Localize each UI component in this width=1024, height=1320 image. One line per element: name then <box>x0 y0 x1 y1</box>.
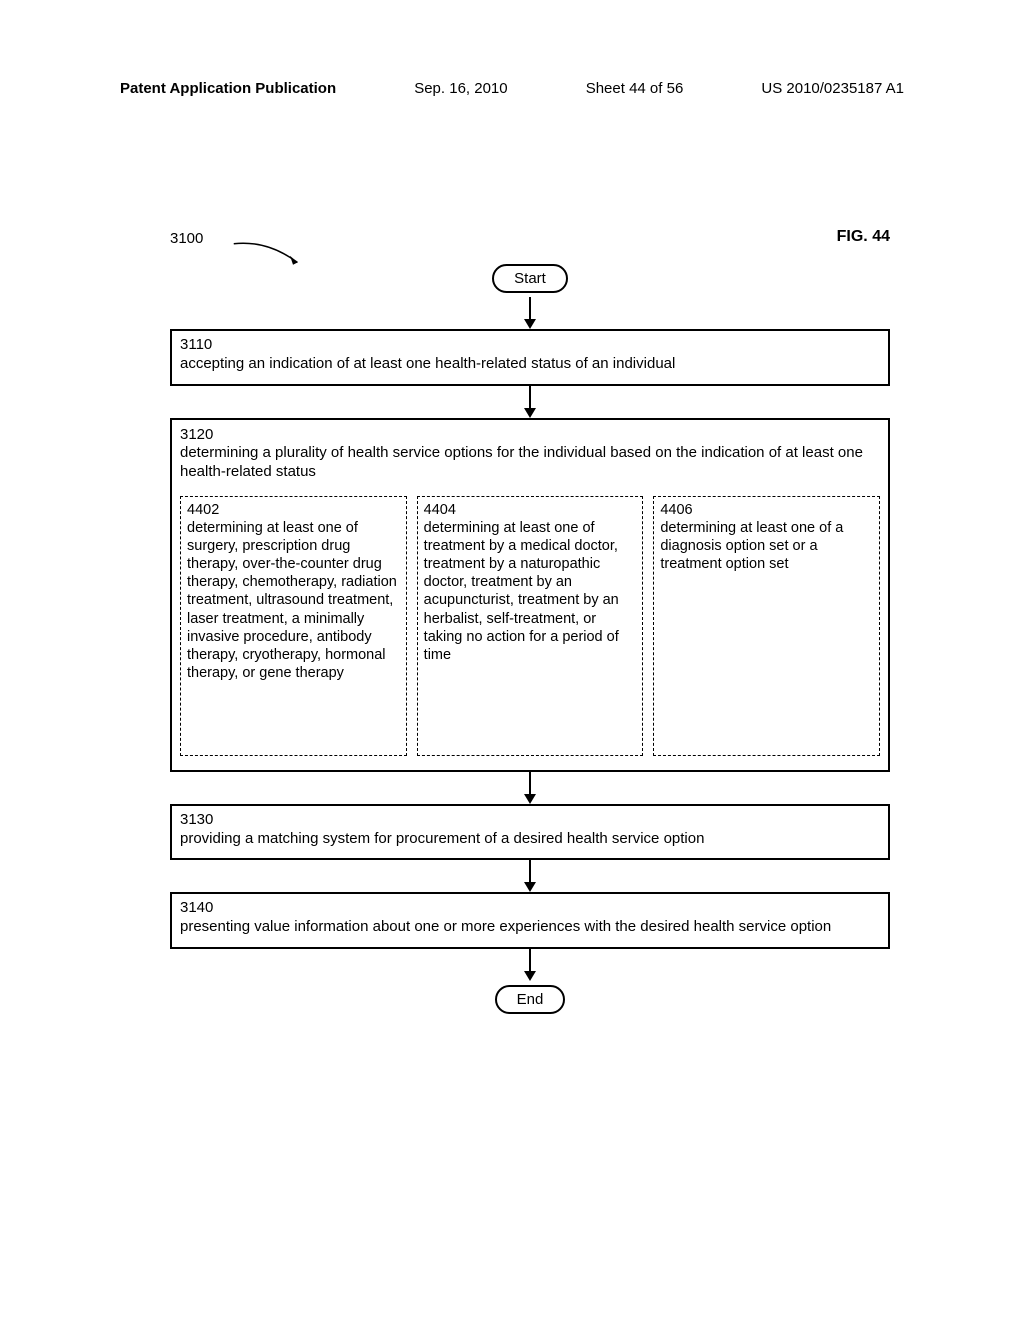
page-header: Patent Application Publication Sep. 16, … <box>120 80 904 97</box>
start-terminator: Start <box>492 264 568 293</box>
substeps-row: 4402 determining at least one of surgery… <box>180 496 880 756</box>
ref-3100: 3100 <box>170 230 203 247</box>
substep-4402-num: 4402 <box>187 501 400 519</box>
arrow-down-icon <box>170 386 890 418</box>
step-3140-text: presenting value information about one o… <box>180 918 831 935</box>
step-3110-num: 3110 <box>180 336 880 355</box>
end-terminator: End <box>495 985 566 1014</box>
step-3110-text: accepting an indication of at least one … <box>180 355 675 372</box>
header-sheet: Sheet 44 of 56 <box>586 80 684 97</box>
substep-4406: 4406 determining at least one of a diagn… <box>653 496 880 756</box>
header-date: Sep. 16, 2010 <box>414 80 507 97</box>
substep-4404-num: 4404 <box>424 501 637 519</box>
substep-4404-text: determining at least one of treatment by… <box>424 520 619 663</box>
arrow-down-icon <box>170 297 890 329</box>
arrow-down-icon <box>170 772 890 804</box>
step-3130: 3130 providing a matching system for pro… <box>170 804 890 861</box>
arrow-down-icon <box>170 949 890 981</box>
header-pubnum: US 2010/0235187 A1 <box>761 80 904 97</box>
step-3130-text: providing a matching system for procurem… <box>180 830 704 847</box>
step-3120: 3120 determining a plurality of health s… <box>170 418 890 772</box>
substep-4402-text: determining at least one of surgery, pre… <box>187 520 397 681</box>
end-terminator-wrap: End <box>170 985 890 1014</box>
step-3140: 3140 presenting value information about … <box>170 892 890 949</box>
flowchart: 3100 FIG. 44 Start 3110 accepting an ind… <box>170 220 890 1014</box>
header-left: Patent Application Publication <box>120 80 336 97</box>
ref-arrow-icon <box>220 240 315 270</box>
step-3120-num: 3120 <box>180 426 880 445</box>
substep-4404: 4404 determining at least one of treatme… <box>417 496 644 756</box>
substep-4406-text: determining at least one of a diagnosis … <box>660 520 843 572</box>
step-3140-num: 3140 <box>180 899 880 918</box>
substep-4402: 4402 determining at least one of surgery… <box>180 496 407 756</box>
step-3120-text: determining a plurality of health servic… <box>180 444 863 480</box>
arrow-down-icon <box>170 860 890 892</box>
step-3110: 3110 accepting an indication of at least… <box>170 329 890 386</box>
step-3130-num: 3130 <box>180 811 880 830</box>
patent-page: Patent Application Publication Sep. 16, … <box>0 0 1024 1320</box>
substep-4406-num: 4406 <box>660 501 873 519</box>
figure-label: FIG. 44 <box>837 228 890 246</box>
flowchart-top-row: 3100 FIG. 44 <box>170 220 890 260</box>
